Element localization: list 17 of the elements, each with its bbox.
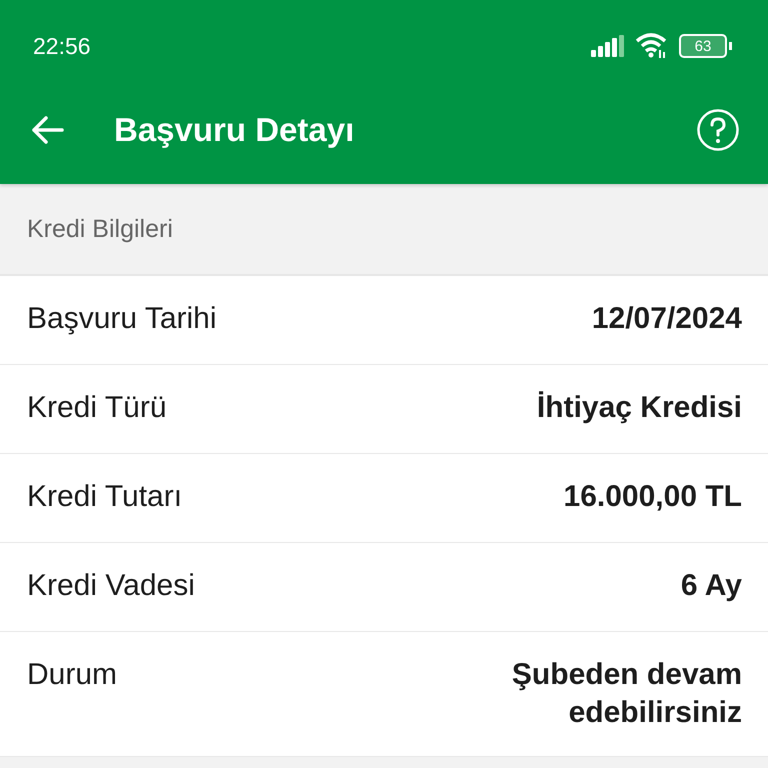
detail-value: İhtiyaç Kredisi xyxy=(536,390,742,426)
detail-label: Başvuru Tarihi xyxy=(27,301,217,337)
detail-value: 16.000,00 TL xyxy=(564,479,742,515)
back-button[interactable] xyxy=(30,115,64,145)
signal-icon xyxy=(591,35,625,57)
screen-title: Başvuru Detayı xyxy=(114,111,356,149)
detail-label: Kredi Türü xyxy=(27,390,167,426)
section-title: Kredi Bilgileri xyxy=(27,214,173,244)
detail-label: Kredi Tutarı xyxy=(27,479,182,515)
help-button[interactable] xyxy=(696,108,740,152)
status-time: 22:56 xyxy=(33,32,91,60)
detail-label: Kredi Vadesi xyxy=(27,568,195,604)
detail-value: 12/07/2024 xyxy=(592,301,742,337)
detail-value: Şubeden devam edebilirsiniz xyxy=(510,657,742,731)
detail-label: Durum xyxy=(27,657,118,693)
wifi-icon xyxy=(635,33,669,59)
detail-value: 6 Ay xyxy=(680,568,742,604)
